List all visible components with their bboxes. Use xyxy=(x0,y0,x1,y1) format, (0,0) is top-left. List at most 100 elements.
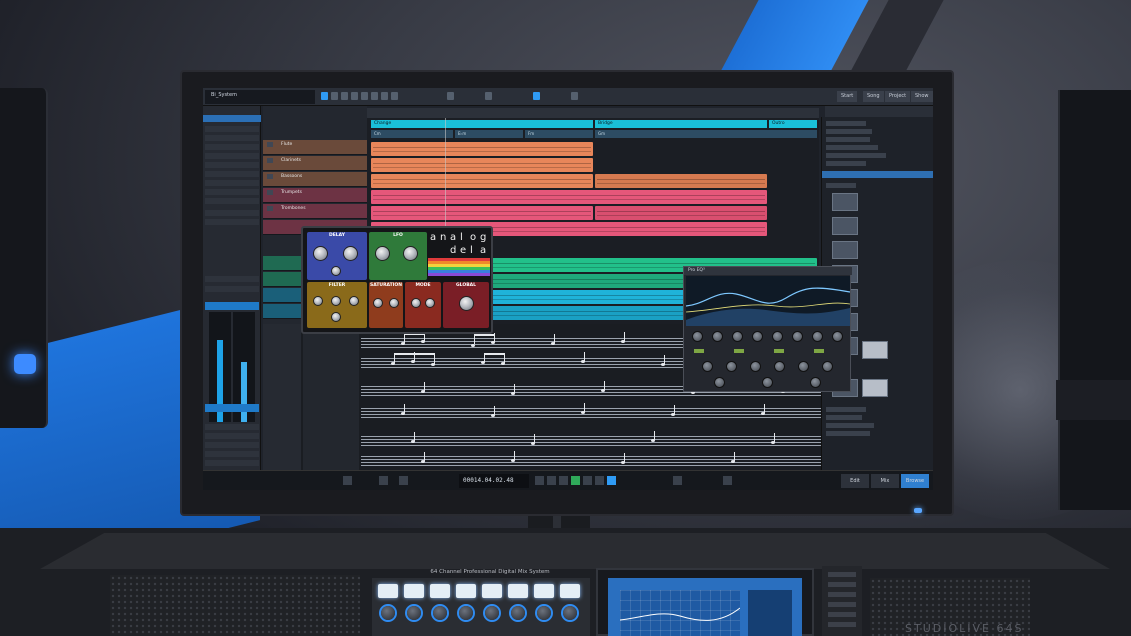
channel-select-button[interactable] xyxy=(404,584,424,598)
eq-band-toggle[interactable] xyxy=(694,349,704,353)
audio-clip[interactable] xyxy=(595,206,767,220)
layout-icon[interactable] xyxy=(571,92,578,100)
inspector-row[interactable] xyxy=(205,460,259,466)
chord-track-segment[interactable]: Gm xyxy=(595,130,817,138)
inspector-row[interactable] xyxy=(205,276,259,282)
eq-band-knob[interactable] xyxy=(812,331,823,342)
browser-tabs[interactable] xyxy=(825,106,933,117)
fast-forward-icon[interactable] xyxy=(559,476,568,485)
eq-band-toggle[interactable] xyxy=(734,349,744,353)
inspector-row[interactable] xyxy=(205,286,259,292)
paint-tool-icon[interactable] xyxy=(361,92,368,100)
console-button[interactable] xyxy=(828,622,856,627)
arrow-tool-icon[interactable] xyxy=(321,92,328,100)
track-header[interactable]: Bassoons xyxy=(263,172,367,187)
inspector-row[interactable] xyxy=(205,198,259,204)
encoder-knob[interactable] xyxy=(381,606,395,620)
inspector-row[interactable] xyxy=(205,442,259,448)
encoder-knob[interactable] xyxy=(433,606,447,620)
cpu-meter-icon[interactable] xyxy=(399,476,408,485)
inspector-row[interactable] xyxy=(205,126,259,132)
touchscreen-eq-graph[interactable] xyxy=(619,590,741,636)
inspector-row[interactable] xyxy=(205,210,259,216)
inspector-row[interactable] xyxy=(205,171,259,177)
console-button[interactable] xyxy=(828,602,856,607)
eq-frequency-graph[interactable] xyxy=(685,276,851,326)
song-button[interactable]: Song xyxy=(863,91,884,102)
plugin-thumbnail[interactable] xyxy=(832,241,858,259)
global-output-knob[interactable] xyxy=(459,296,474,311)
plugin-thumbnail[interactable] xyxy=(862,379,888,397)
record-icon[interactable] xyxy=(595,476,604,485)
listen-tool-icon[interactable] xyxy=(391,92,398,100)
play-icon[interactable] xyxy=(571,476,580,485)
tempo-icon[interactable] xyxy=(673,476,682,485)
high-cut-knob[interactable] xyxy=(331,296,341,306)
marker-outro[interactable]: Outro xyxy=(769,120,817,128)
quantize-icon[interactable] xyxy=(447,92,454,100)
inspector-row[interactable] xyxy=(205,153,259,159)
project-button[interactable]: Project xyxy=(885,91,911,102)
audio-clip[interactable] xyxy=(371,190,767,204)
pro-eq-plugin[interactable]: Pro EQ³ xyxy=(683,266,852,392)
eq-gain-knob[interactable] xyxy=(702,361,713,372)
inspector-row[interactable] xyxy=(205,424,259,430)
inspector-row[interactable] xyxy=(205,144,259,150)
chord-track-segment[interactable]: E♭m xyxy=(455,130,523,138)
console-button[interactable] xyxy=(828,592,856,597)
eq-band-knob[interactable] xyxy=(752,331,763,342)
browser-item[interactable] xyxy=(826,407,866,412)
track-header[interactable]: Trombones xyxy=(263,204,367,219)
audio-clip[interactable] xyxy=(371,158,593,172)
channel-select-button[interactable] xyxy=(456,584,476,598)
loop-icon[interactable] xyxy=(607,476,616,485)
eq-band-knob[interactable] xyxy=(832,331,843,342)
return-to-zero-icon[interactable] xyxy=(535,476,544,485)
console-button[interactable] xyxy=(828,612,856,617)
bend-tool-icon[interactable] xyxy=(381,92,388,100)
marker-change[interactable]: Change xyxy=(371,120,593,128)
encoder-knob[interactable] xyxy=(537,606,551,620)
tab-browse[interactable]: Browse xyxy=(901,474,929,488)
audio-clip[interactable] xyxy=(371,142,593,156)
inspector-row[interactable] xyxy=(205,189,259,195)
audio-clip[interactable] xyxy=(371,206,593,220)
eq-gain-knob[interactable] xyxy=(750,361,761,372)
console-button[interactable] xyxy=(828,582,856,587)
encoder-knob[interactable] xyxy=(563,606,577,620)
browser-item[interactable] xyxy=(826,423,874,428)
browser-item[interactable] xyxy=(826,145,878,150)
plugin-thumbnail[interactable] xyxy=(832,193,858,211)
low-cut-knob[interactable] xyxy=(313,296,323,306)
delay-feedback-knob[interactable] xyxy=(343,246,358,261)
channel-select-button[interactable] xyxy=(378,584,398,598)
stop-icon[interactable] xyxy=(583,476,592,485)
inspector-row[interactable] xyxy=(205,451,259,457)
eq-band-knob[interactable] xyxy=(792,331,803,342)
audio-clip[interactable] xyxy=(595,174,767,188)
tab-mix[interactable]: Mix xyxy=(871,474,899,488)
show-button[interactable]: Show xyxy=(911,91,933,102)
inspector-row[interactable] xyxy=(205,433,259,439)
plugin-thumbnail[interactable] xyxy=(862,341,888,359)
channel-select-button[interactable] xyxy=(482,584,502,598)
saturation-factor-knob[interactable] xyxy=(373,298,383,308)
eq-gain-knob[interactable] xyxy=(822,361,833,372)
mode-shape-knob[interactable] xyxy=(425,298,435,308)
encoder-knob[interactable] xyxy=(511,606,525,620)
eq-gain-knob[interactable] xyxy=(774,361,785,372)
eq-q-knob[interactable] xyxy=(714,377,725,388)
rewind-icon[interactable] xyxy=(547,476,556,485)
marker-bridge[interactable]: Bridge xyxy=(595,120,767,128)
eq-q-knob[interactable] xyxy=(762,377,773,388)
encoder-knob[interactable] xyxy=(407,606,421,620)
eq-band-toggle[interactable] xyxy=(774,349,784,353)
inspector-row[interactable] xyxy=(205,219,259,225)
console-button[interactable] xyxy=(828,572,856,577)
encoder-knob[interactable] xyxy=(485,606,499,620)
delay-time-knob[interactable] xyxy=(313,246,328,261)
saturation-amount-knob[interactable] xyxy=(389,298,399,308)
encoder-knob[interactable] xyxy=(459,606,473,620)
eq-band-knob[interactable] xyxy=(692,331,703,342)
timebase-icon[interactable] xyxy=(485,92,492,100)
